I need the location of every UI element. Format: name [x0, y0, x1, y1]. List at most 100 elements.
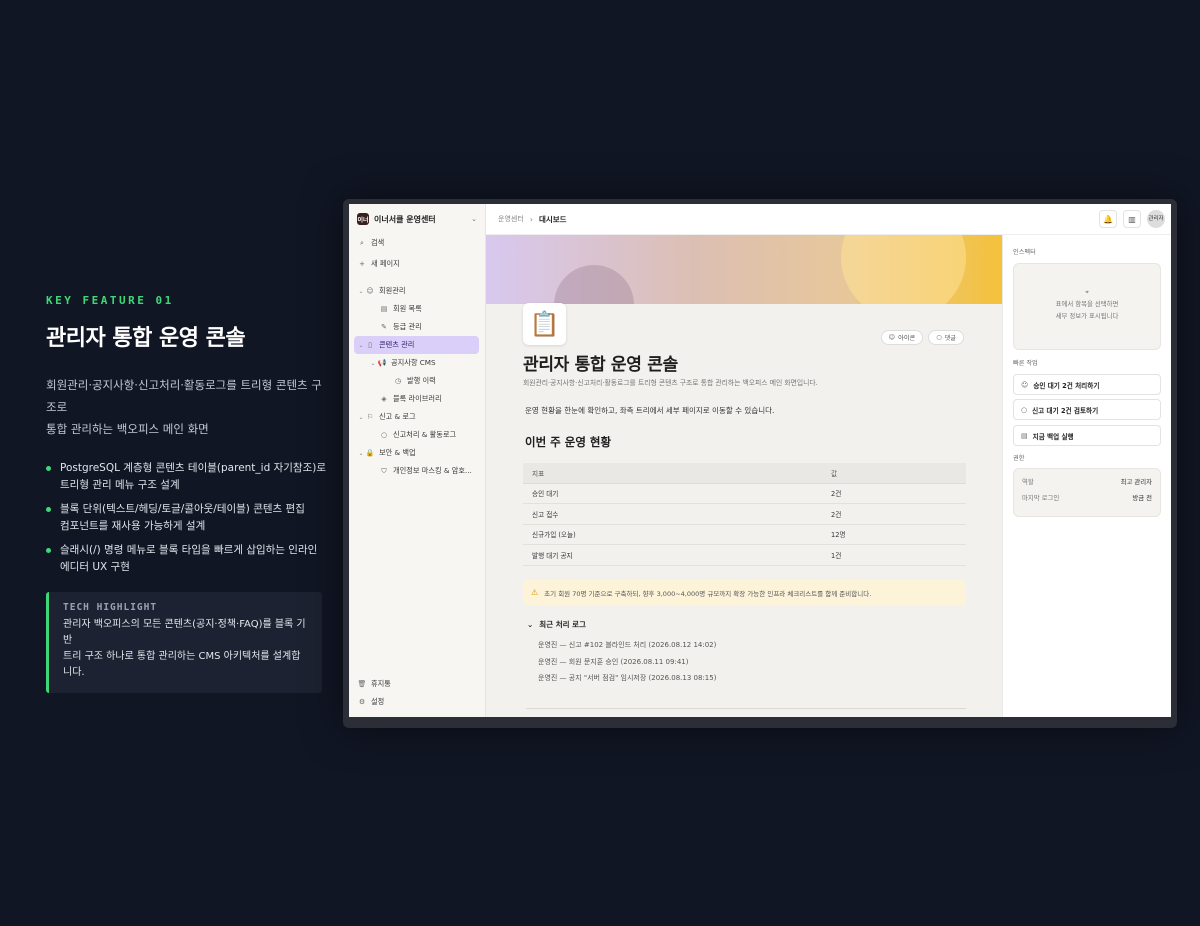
bullet-icon — [46, 507, 51, 512]
user-icon: ☺ — [1021, 380, 1029, 389]
sidebar-item-block-library[interactable]: ◈ 블록 라이브러리 — [357, 390, 479, 408]
hero-section: KEY FEATURE 01 관리자 통합 운영 콘솔 회원관리·공지사항·신고… — [46, 294, 326, 693]
chevron-down-icon[interactable]: ⌄ — [357, 342, 365, 349]
lock-icon: 🔒 — [365, 449, 375, 457]
chevron-down-icon[interactable]: ⌄ — [369, 360, 377, 367]
highlight-title: TECH HIGHLIGHT — [63, 602, 158, 613]
run-backup-button[interactable]: ▤ 지금 백업 실행 — [1013, 425, 1161, 446]
breadcrumb-parent[interactable]: 운영센터 — [498, 214, 524, 224]
comment-icon: ○ — [936, 334, 942, 341]
plus-icon: + — [359, 260, 365, 268]
add-comment-button[interactable]: ○ 댓글 — [928, 330, 964, 345]
chevron-down-icon[interactable]: ⌄ — [527, 620, 533, 629]
warning-icon: ⚠ — [531, 588, 539, 597]
bullet-icon — [46, 466, 51, 471]
chevron-down-icon: ⌄ — [471, 215, 477, 223]
feature-item: PostgreSQL 계층형 콘텐츠 테이블(parent_id 자기참조)로 … — [46, 460, 326, 494]
sidebar-item-masking[interactable]: ⛉ 개인정보 마스킹 & 암호... — [357, 462, 479, 480]
table-row[interactable]: 신고 접수 2건 — [523, 503, 966, 525]
chat-icon: ○ — [380, 431, 388, 439]
callout-block: ⚠ 초기 회원 70명 기준으로 구축하되, 향후 3,000~4,000명 규… — [523, 580, 966, 605]
table-row[interactable]: 신규가입 (오늘) 12명 — [523, 524, 966, 545]
layers-icon: ◈ — [381, 395, 387, 403]
search-icon: ⌕ — [360, 238, 364, 247]
breadcrumb-current[interactable]: 대시보드 — [539, 214, 567, 225]
sidebar-item-notice-cms[interactable]: ⌄ 📢 공지사항 CMS — [357, 354, 479, 372]
page-note: 운영 현황을 한눈에 확인하고, 좌측 트리에서 세부 페이지로 이동할 수 있… — [525, 406, 775, 415]
chevron-down-icon[interactable]: ⌄ — [357, 288, 365, 295]
layout-icon[interactable]: ▥ — [1123, 210, 1141, 228]
sidebar-item-report-log[interactable]: ⌄ ⚐ 신고 & 로그 — [357, 408, 479, 426]
avatar[interactable]: 관리자 — [1147, 210, 1165, 228]
workspace-logo: 이너 — [357, 213, 369, 225]
hero-title: 관리자 통합 운영 콘솔 — [46, 326, 246, 351]
tech-highlight-box: TECH HIGHLIGHT 관리자 백오피스의 모든 콘텐츠(공지·정책·FA… — [46, 592, 322, 693]
database-icon: ▤ — [1021, 431, 1028, 440]
smile-icon: ☺ — [888, 334, 896, 341]
sidebar-item-grade[interactable]: ✎ 등급 관리 — [357, 318, 479, 336]
document-icon: ▯ — [368, 341, 372, 349]
sidebar-item-members[interactable]: ⌄ ☺ 회원관리 — [357, 282, 479, 300]
divider — [526, 708, 966, 709]
hero-description: 회원관리·공지사항·신고처리·활동로그를 트리형 콘텐츠 구조로 통합 관리하는… — [46, 378, 322, 436]
sidebar-item-member-list[interactable]: ▤ 회원 목록 — [357, 300, 479, 318]
pencil-icon: ✎ — [381, 323, 387, 331]
stats-table: 지표 값 승인 대기 2건 신고 접수 2건 신규가입 (오늘) 12명 발행 대기 … — [523, 463, 966, 566]
bullet-icon — [46, 548, 51, 553]
highlight-body: 관리자 백오피스의 모든 콘텐츠(공지·정책·FAQ)를 블록 기반 트리 구조… — [63, 619, 306, 678]
feature-item: 슬래시(/) 명령 메뉴로 블록 타입을 빠르게 삽입하는 인라인 에디터 UX… — [46, 542, 326, 576]
page-subtitle: 회원관리·공지사항·신고처리·활동로그를 트리형 콘텐츠 구조로 통합 관리하는… — [523, 379, 818, 387]
feature-kicker: KEY FEATURE 01 — [46, 294, 174, 307]
sidebar-item-security[interactable]: ⌄ 🔒 보안 & 백업 — [357, 444, 479, 462]
permission-label: 권한 — [1013, 455, 1025, 462]
chevron-down-icon[interactable]: ⌄ — [357, 450, 365, 457]
sidebar-item-report-activity[interactable]: ○ 신고처리 & 활동로그 — [357, 426, 479, 444]
bell-icon[interactable]: 🔔 — [1099, 210, 1117, 228]
users-icon: ☺ — [366, 287, 374, 295]
page-actions: ☺ 아이콘 ○ 댓글 — [880, 330, 964, 345]
chevron-down-icon[interactable]: ⌄ — [357, 414, 365, 421]
page-title[interactable]: 관리자 통합 운영 콘솔 — [523, 350, 678, 375]
workspace-switcher[interactable]: 이너 이너서클 운영센터 ⌄ — [349, 204, 485, 234]
sidebar-search[interactable]: ⌕ 검색 — [357, 234, 479, 252]
sidebar: 이너 이너서클 운영센터 ⌄ ⌕ 검색 + 새 페이지 ⌄ ☺ 회원관리 ▤ 회원 목록 … — [349, 204, 486, 717]
workspace-name: 이너서클 운영센터 — [374, 214, 436, 224]
sidebar-trash[interactable]: 🗑 휴지통 — [357, 675, 486, 693]
inspector-empty-state: ⌖ 표에서 항목을 선택하면 세부 정보가 표시됩니다 — [1013, 263, 1161, 350]
quick-actions-label: 빠른 작업 — [1013, 360, 1038, 367]
list-item: 운영진 — 신고 #102 블라인드 처리 (2026.08.12 14:02) — [538, 641, 717, 649]
page-content: 📋 ☺ 아이콘 ○ 댓글 관리자 통합 운영 콘솔 회원관리·공지사항·신고처리·활… — [486, 235, 1002, 717]
chat-icon: ○ — [1021, 405, 1028, 414]
review-reports-button[interactable]: ○ 신고 대기 2건 검토하기 — [1013, 399, 1161, 420]
list-item: 운영진 — 공지 "서버 점검" 임시저장 (2026.08.13 08:15) — [538, 674, 717, 682]
trash-icon: 🗑 — [357, 680, 367, 688]
page-cover — [486, 235, 1002, 304]
section-heading: 이번 주 운영 현황 — [525, 435, 612, 449]
app-window: 이너 이너서클 운영센터 ⌄ ⌕ 검색 + 새 페이지 ⌄ ☺ 회원관리 ▤ 회원 목록 … — [349, 204, 1171, 717]
clipboard-icon[interactable]: 📋 — [523, 303, 566, 345]
flag-icon: ⚐ — [366, 413, 374, 421]
feature-item: 블록 단위(텍스트/헤딩/토글/콜아웃/테이블) 콘텐츠 편집 컴포넌트를 재사… — [46, 501, 326, 535]
cursor-icon: ⌖ — [1085, 288, 1089, 296]
megaphone-icon: 📢 — [377, 359, 387, 367]
chevron-right-icon: › — [529, 214, 533, 224]
table-row[interactable]: 발행 대기 공지 1건 — [523, 544, 966, 566]
approve-pending-button[interactable]: ☺ 승인 대기 2건 처리하기 — [1013, 374, 1161, 395]
feature-list: PostgreSQL 계층형 콘텐츠 테이블(parent_id 자기참조)로 … — [46, 460, 326, 576]
sidebar-new-page[interactable]: + 새 페이지 — [357, 255, 479, 273]
permission-box: 역할 최고 관리자 마지막 로그인 방금 전 — [1013, 468, 1161, 517]
shield-icon: ⛉ — [381, 466, 387, 475]
sidebar-item-publish-history[interactable]: ◷ 발행 이력 — [357, 372, 479, 390]
top-bar: 운영센터 › 대시보드 🔔 ▥ 관리자 — [486, 204, 1171, 235]
add-icon-button[interactable]: ☺ 아이콘 — [880, 330, 924, 345]
history-icon: ◷ — [394, 377, 402, 385]
top-actions: 🔔 ▥ 관리자 — [1099, 210, 1165, 228]
table-header-row: 지표 값 — [523, 463, 966, 484]
toggle-block[interactable]: ⌄ 최근 처리 로그 — [527, 619, 586, 630]
table-row[interactable]: 승인 대기 2건 — [523, 483, 966, 504]
table-header: 값 — [822, 463, 966, 484]
list-icon: ▤ — [380, 305, 388, 313]
inspector-label: 인스펙터 — [1013, 249, 1036, 256]
sidebar-item-content[interactable]: ⌄ ▯ 콘텐츠 관리 — [354, 336, 479, 354]
sidebar-settings[interactable]: ⚙ 설정 — [357, 693, 486, 711]
